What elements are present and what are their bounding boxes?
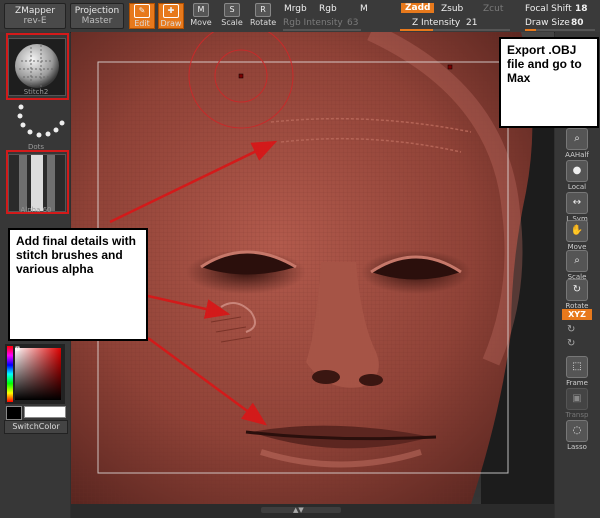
arrow-to-lip [147,336,268,426]
details-callout: Add final details with stitch brushes an… [8,228,148,341]
arrow-to-forehead [109,140,278,224]
arrow-to-cheek [147,294,231,319]
export-callout: Export .OBJ file and go to Max [499,37,599,128]
